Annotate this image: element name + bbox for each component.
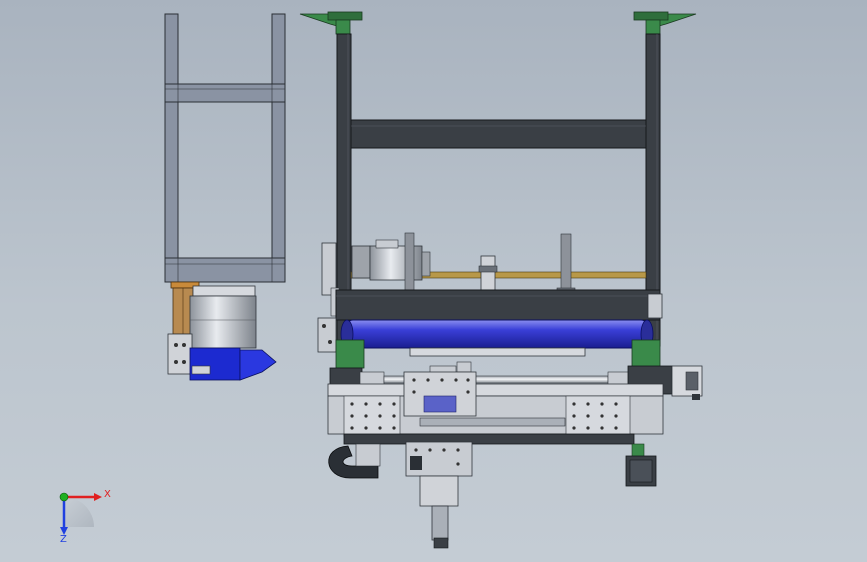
blue-roller xyxy=(346,319,648,349)
roller-bracket-right xyxy=(631,339,661,369)
vertical-lift-unit[interactable] xyxy=(405,441,473,549)
x-axis-label: X xyxy=(104,489,111,500)
linear-rail xyxy=(419,417,566,427)
side-frame-crossbar-bottom xyxy=(164,257,286,283)
assembly-drawing: X Z xyxy=(59,11,703,549)
side-frame-crossbar-top xyxy=(164,83,286,103)
z-axis-label: Z xyxy=(60,534,67,545)
leveling-foot-right xyxy=(633,11,697,42)
y-axis-dot xyxy=(59,492,69,502)
tray-plate xyxy=(409,347,586,357)
lift-column xyxy=(431,505,449,541)
conveyor-section[interactable] xyxy=(317,289,663,369)
lower-crossbar xyxy=(335,289,661,321)
side-frame-left-post xyxy=(164,13,179,283)
vertical-pin xyxy=(560,233,572,293)
leveling-foot-left xyxy=(299,11,363,42)
side-motor-blue xyxy=(189,347,241,381)
side-bracket xyxy=(167,333,193,375)
side-drive-unit[interactable] xyxy=(167,281,277,381)
side-frame-right-post xyxy=(271,13,286,283)
roller-bracket-left xyxy=(335,339,365,369)
side-gear-cylinder xyxy=(189,295,257,349)
main-frame-top-crossbar xyxy=(350,119,647,149)
side-frame[interactable] xyxy=(164,13,286,283)
cad-viewport[interactable]: X Z xyxy=(0,0,867,562)
lower-carriage[interactable] xyxy=(327,371,664,487)
axis-triad: X Z xyxy=(59,489,111,545)
